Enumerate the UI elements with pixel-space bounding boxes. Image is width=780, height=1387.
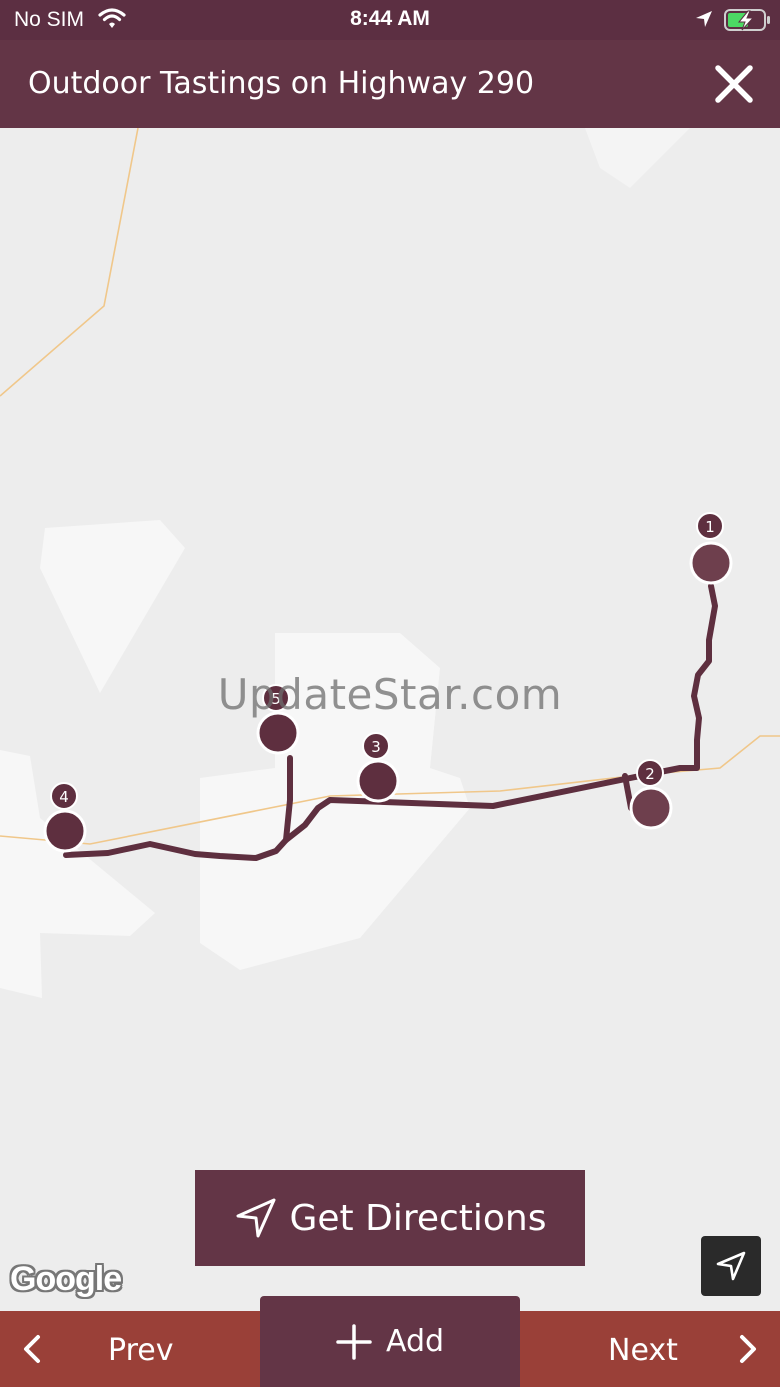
plus-icon [336, 1324, 372, 1360]
add-label: Add [386, 1324, 445, 1359]
chevron-left-icon [24, 1335, 40, 1363]
location-arrow-icon [716, 1251, 746, 1281]
map-canvas: 1 2 3 4 5 [0, 128, 780, 998]
map-area-patch [0, 750, 155, 998]
battery-charging-icon [724, 9, 770, 31]
marker-pin [689, 541, 733, 585]
my-location-button[interactable] [701, 1236, 761, 1296]
chevron-right-icon [740, 1335, 756, 1363]
marker-label: 3 [371, 738, 381, 756]
next-button[interactable]: Next [522, 1311, 780, 1387]
get-directions-button[interactable]: Get Directions [195, 1170, 585, 1266]
marker-pin [356, 759, 400, 803]
navigation-arrow-icon [236, 1198, 275, 1238]
get-directions-label: Get Directions [289, 1197, 547, 1239]
map-marker-4[interactable]: 4 [43, 782, 87, 853]
add-button[interactable]: Add [260, 1296, 520, 1387]
marker-pin [256, 711, 300, 755]
marker-label: 1 [705, 518, 715, 536]
clock: 8:44 AM [350, 7, 430, 30]
title-bar: Outdoor Tastings on Highway 290 [0, 40, 780, 128]
close-icon[interactable] [710, 60, 758, 108]
marker-label: 2 [645, 765, 655, 783]
map-area-patch [585, 128, 690, 188]
location-services-icon [696, 11, 712, 27]
next-label: Next [608, 1333, 678, 1368]
map-boundary-line [0, 128, 139, 397]
map-area-patch [40, 520, 185, 693]
watermark-text: UpdateStar.com [217, 670, 563, 719]
marker-label: 4 [59, 788, 69, 806]
google-logo: Google [10, 1260, 122, 1298]
page-title: Outdoor Tastings on Highway 290 [28, 66, 535, 101]
marker-pin [629, 786, 673, 830]
route-map[interactable]: 1 2 3 4 5 UpdateStar.com Get Directions [0, 128, 780, 1311]
marker-pin [43, 809, 87, 853]
status-bar: No SIM 8:44 AM [0, 0, 780, 40]
prev-label: Prev [108, 1333, 174, 1368]
prev-button[interactable]: Prev [0, 1311, 258, 1387]
map-marker-1[interactable]: 1 [689, 512, 733, 585]
